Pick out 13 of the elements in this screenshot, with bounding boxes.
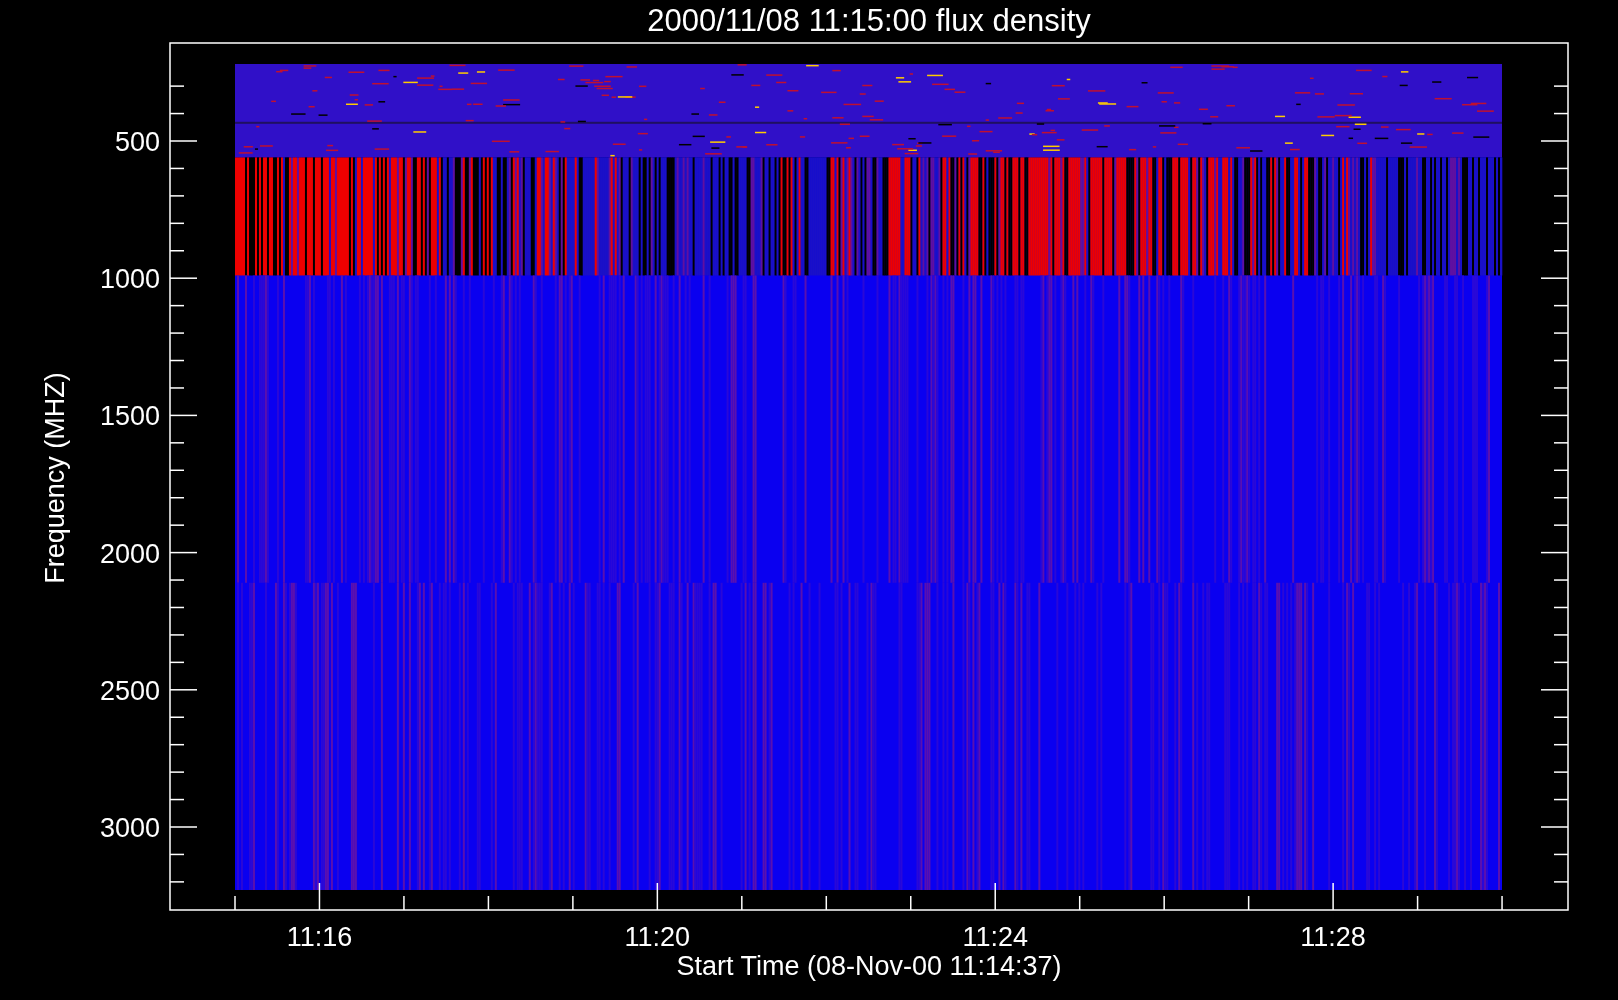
y-tick-label: 500 (114, 127, 160, 157)
y-tick-label: 2500 (99, 675, 160, 706)
y-tick-label: 2000 (99, 538, 160, 569)
x-tick-label: 11:24 (962, 922, 1028, 952)
x-axis-label: Start Time (08-Nov-00 11:14:37) (676, 951, 1062, 981)
y-axis-label: Frequency (MHZ) (40, 372, 70, 584)
y-tick-label: 1000 (99, 264, 160, 295)
plot-title: 2000/11/08 11:15:00 flux density (647, 3, 1091, 38)
y-tick-label: 1500 (99, 401, 160, 432)
x-tick-label: 11:16 (286, 922, 353, 952)
y-tick-label: 3000 (99, 813, 160, 843)
x-tick-label: 11:20 (624, 922, 691, 952)
x-tick-label: 11:28 (1300, 922, 1366, 952)
